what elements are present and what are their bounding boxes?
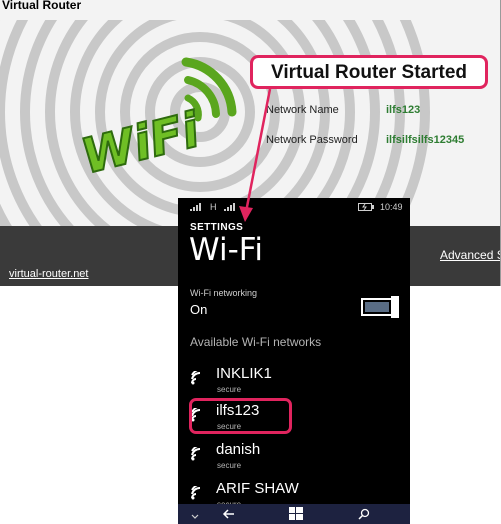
wifi-signal-icon xyxy=(190,443,206,466)
network-password-value: ilfsilfsilfs12345 xyxy=(386,134,465,146)
wifi-networking-label: Wi-Fi networking xyxy=(190,288,258,298)
signal-icon-2 xyxy=(224,203,238,213)
toggle-fill xyxy=(365,302,389,312)
network-name: INKLIK1 xyxy=(216,365,272,382)
phone-screen: H 10:49 SETTINGS Wi-Fi Wi-Fi networking … xyxy=(178,198,410,524)
toggle-knob xyxy=(391,296,399,318)
wifi-logo-text: WiFi xyxy=(76,102,205,185)
signal-icon xyxy=(190,203,204,213)
window-title: Virtual Router xyxy=(2,0,82,12)
chevron-down-icon[interactable] xyxy=(190,508,200,524)
phone-status-bar: H 10:49 xyxy=(178,198,410,218)
search-icon[interactable] xyxy=(358,507,370,524)
clock: 10:49 xyxy=(380,202,403,212)
status-callout: Virtual Router Started xyxy=(250,55,488,89)
wifi-toggle[interactable] xyxy=(361,296,399,318)
back-arrow-icon[interactable] xyxy=(222,507,236,524)
advanced-settings-link[interactable]: Advanced S xyxy=(440,248,500,262)
wifi-signal-icon xyxy=(190,367,206,390)
page-title: Wi-Fi xyxy=(189,232,263,268)
status-message: Virtual Router Started xyxy=(270,62,468,83)
phone-nav-bar xyxy=(178,504,410,524)
wifi-networking-value: On xyxy=(190,302,208,317)
available-networks-header: Available Wi-Fi networks xyxy=(190,335,322,349)
battery-charging-icon xyxy=(358,203,374,213)
network-status: secure xyxy=(217,385,242,394)
windows-logo-icon[interactable] xyxy=(289,507,303,524)
network-item[interactable]: INKLIK1 secure xyxy=(190,365,400,397)
network-password-label: Network Password xyxy=(266,134,358,146)
network-item[interactable]: danish secure xyxy=(190,441,400,473)
network-name-value: ilfs123 xyxy=(386,104,421,116)
network-name-label: Network Name xyxy=(266,104,339,116)
network-item-ilfs123[interactable]: ilfs123 secure xyxy=(189,398,400,434)
wifi-logo: WiFi xyxy=(75,57,237,186)
wifi-signal-icon xyxy=(190,482,206,505)
network-status: secure xyxy=(217,461,242,470)
network-name: danish xyxy=(216,441,261,458)
network-type-indicator: H xyxy=(210,202,217,212)
website-link[interactable]: virtual-router.net xyxy=(9,268,88,280)
network-name: ARIF SHAW xyxy=(216,480,299,497)
network-highlight xyxy=(189,398,292,434)
